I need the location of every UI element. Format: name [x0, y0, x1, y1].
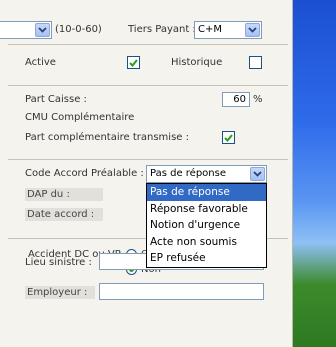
tiers-payant-value: C+M: [198, 24, 222, 35]
chevron-down-icon[interactable]: [250, 167, 265, 181]
dropdown-option[interactable]: Pas de réponse: [147, 184, 266, 201]
range-label: (10-0-60): [55, 24, 102, 35]
cmu-label: CMU Complémentaire: [25, 112, 135, 123]
percent-label: %: [253, 94, 263, 105]
chevron-down-icon[interactable]: [35, 23, 50, 37]
dap-label: DAP du :: [25, 188, 103, 201]
divider: [8, 44, 288, 45]
dropdown-option[interactable]: EP refusée: [147, 250, 266, 267]
code-accord-dropdown[interactable]: Pas de réponse: [146, 165, 267, 183]
desktop-background: [293, 0, 336, 347]
range-dropdown[interactable]: [0, 21, 52, 39]
check-icon: [129, 58, 138, 67]
date-accord-label: Date accord :: [25, 208, 103, 221]
form-panel: (10-0-60) Tiers Payant : C+M Active Hist…: [0, 0, 293, 347]
dropdown-option[interactable]: Notion d'urgence: [147, 217, 266, 234]
divider: [8, 85, 288, 86]
employeur-input[interactable]: [99, 283, 264, 300]
code-accord-label: Code Accord Préalable :: [25, 168, 144, 179]
active-checkbox[interactable]: [127, 56, 140, 69]
tiers-payant-label: Tiers Payant :: [128, 24, 196, 35]
code-accord-options-list[interactable]: Pas de réponse Réponse favorable Notion d'…: [146, 183, 267, 268]
dropdown-option[interactable]: Acte non soumis: [147, 234, 266, 251]
active-label: Active: [25, 57, 56, 68]
part-caisse-value: 60: [233, 94, 246, 105]
tiers-payant-dropdown[interactable]: C+M: [194, 21, 262, 39]
historique-checkbox[interactable]: [249, 56, 262, 69]
transmise-checkbox[interactable]: [222, 131, 235, 144]
lieu-sinistre-label: Lieu sinistre :: [25, 257, 92, 268]
employeur-label: Employeur :: [25, 286, 95, 299]
historique-label: Historique: [171, 57, 223, 68]
code-accord-value: Pas de réponse: [150, 168, 226, 179]
dropdown-option[interactable]: Réponse favorable: [147, 201, 266, 218]
check-icon: [224, 133, 233, 142]
part-caisse-input[interactable]: 60: [222, 92, 250, 107]
chevron-down-icon[interactable]: [245, 23, 260, 37]
divider: [8, 159, 288, 160]
part-caisse-label: Part Caisse :: [25, 94, 87, 105]
transmise-label: Part complémentaire transmise :: [25, 132, 189, 143]
